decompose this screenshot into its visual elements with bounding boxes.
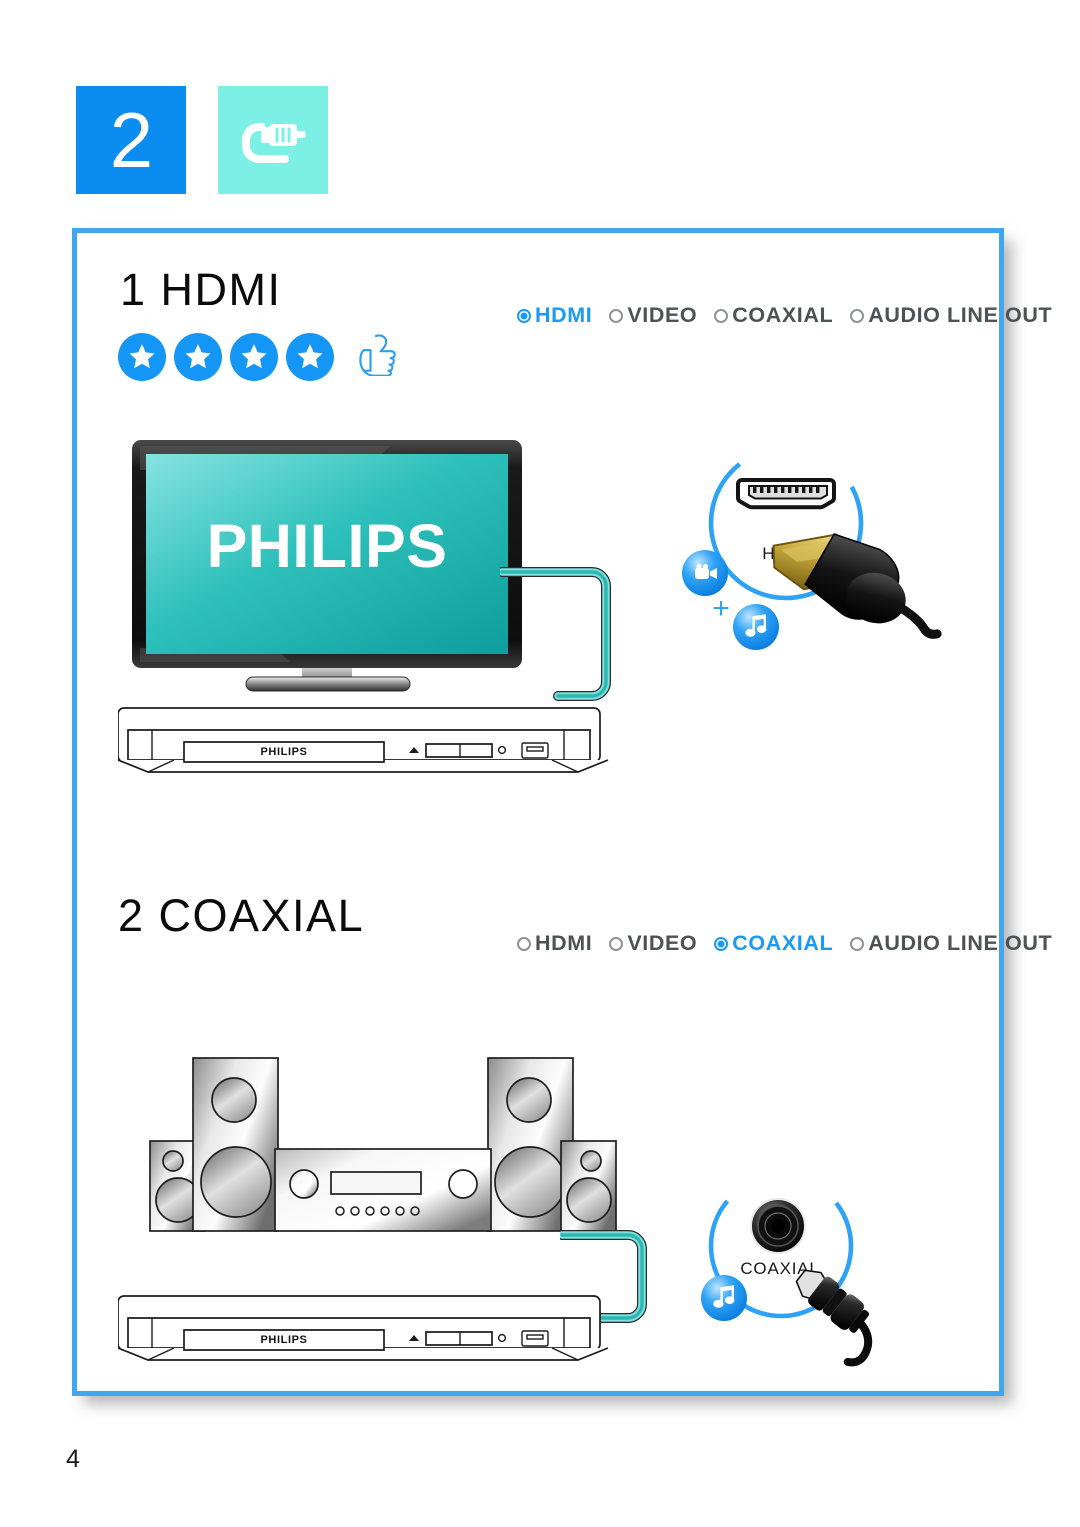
television-illustration: PHILIPS [118,430,548,700]
radio-icon [517,308,531,323]
legend-option-label: VIDEO [627,931,698,955]
bluray-player-illustration: PHILIPS [117,1288,618,1373]
plus-sign: + [712,592,730,625]
section-title-hdmi: 1 HDMI [120,264,282,315]
star-icon [286,332,334,381]
legend-option-video[interactable]: VIDEO [609,931,697,956]
legend-option-coaxial[interactable]: COAXIAL [714,303,833,328]
video-camera-icon [682,550,728,596]
connector-legend-hdmi: HDMI VIDEO COAXIAL AUDIO LINE OUT [517,303,1052,328]
music-note-icon [733,604,779,650]
player-brand-text: PHILIPS [261,746,308,758]
rating-row [118,332,396,381]
cable-plug-icon [218,86,328,194]
tv-brand-text: PHILIPS [207,512,448,580]
legend-option-label: AUDIO LINE OUT [868,931,1053,955]
hdmi-cable-illustration [497,550,630,725]
hdmi-port-diagram: HDMI + [668,428,988,683]
legend-option-label: HDMI [535,303,593,327]
radio-icon [517,936,531,951]
connector-legend-coaxial: HDMI VIDEO COAXIAL AUDIO LINE OUT [517,931,1052,956]
music-note-icon [701,1275,747,1321]
legend-option-label: AUDIO LINE OUT [868,303,1053,327]
radio-icon [850,936,865,951]
step-number-label: 2 [109,96,153,184]
coaxial-port-diagram: COAXIAL [688,1168,988,1383]
legend-option-video[interactable]: VIDEO [609,303,697,328]
radio-icon [714,936,729,951]
thumbs-up-icon [354,332,396,381]
legend-option-hdmi[interactable]: HDMI [517,931,592,956]
section-title-coaxial: 2 COAXIAL [118,890,365,941]
legend-option-label: VIDEO [627,303,698,327]
page-number: 4 [66,1445,80,1473]
legend-option-coaxial[interactable]: COAXIAL [714,931,833,956]
step-number-badge: 2 [76,86,186,194]
star-icon [230,332,278,381]
legend-option-hdmi[interactable]: HDMI [517,303,592,328]
legend-option-label: COAXIAL [732,303,834,327]
player-brand-text: PHILIPS [261,1334,308,1346]
legend-option-audio-line-out[interactable]: AUDIO LINE OUT [850,303,1052,328]
legend-option-label: HDMI [535,931,593,955]
legend-option-audio-line-out[interactable]: AUDIO LINE OUT [850,931,1052,956]
star-icon [174,332,222,381]
radio-icon [609,308,624,323]
star-icon [118,332,166,381]
radio-icon [609,936,624,951]
manual-page: 2 1 HDMI HDMI VIDEO COAXIAL AUDIO LINE O… [0,0,1080,1527]
radio-icon [714,308,729,323]
home-theater-illustration [148,1048,618,1253]
bluray-player-illustration: PHILIPS [117,700,618,785]
radio-icon [850,308,865,323]
step-badges: 2 [76,86,328,194]
legend-option-label: COAXIAL [732,931,834,955]
